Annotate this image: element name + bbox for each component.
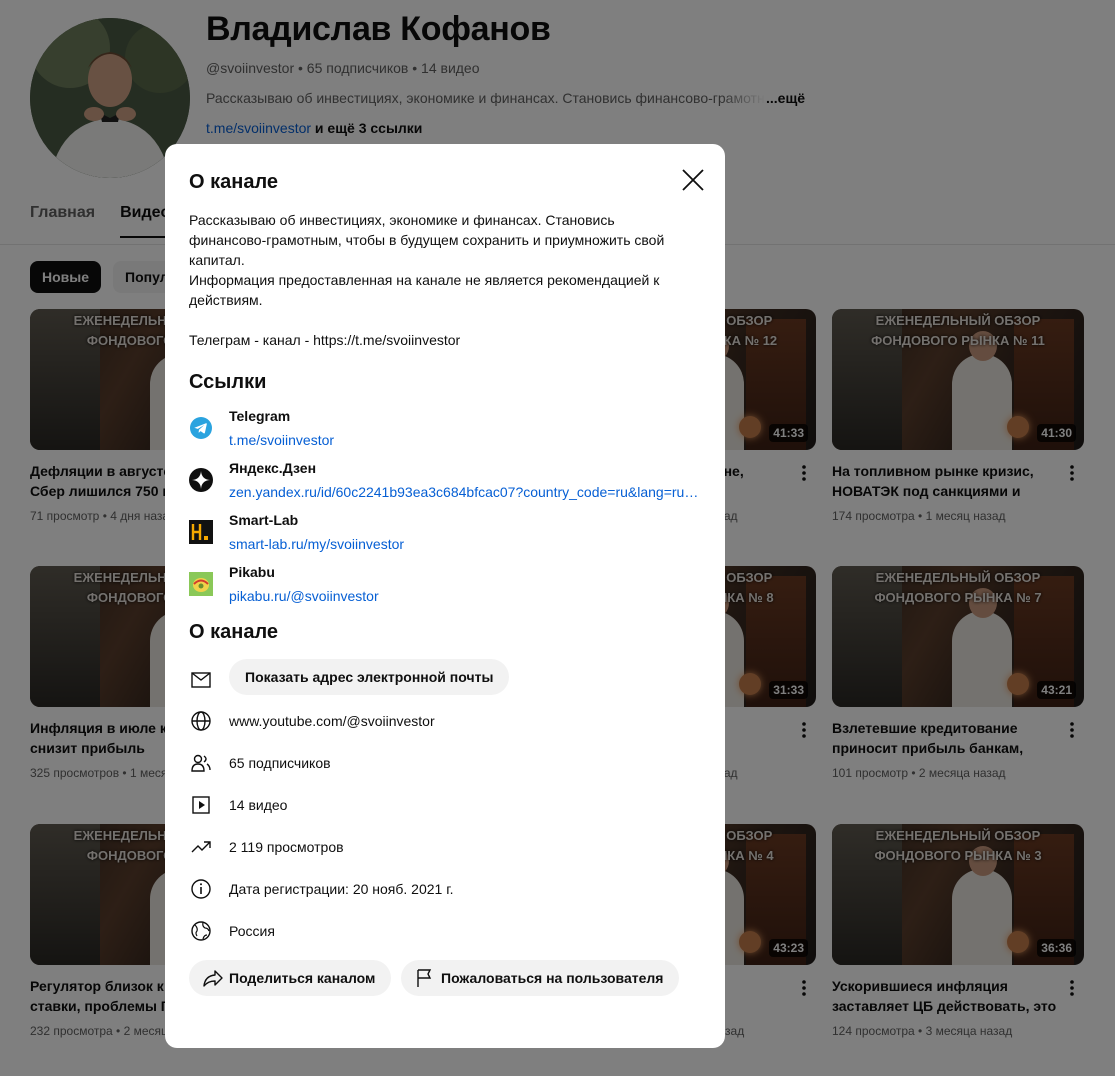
country: Россия bbox=[229, 923, 275, 939]
report-label: Пожаловаться на пользователя bbox=[441, 970, 664, 986]
people-icon bbox=[191, 754, 211, 772]
link-name: Smart-Lab bbox=[229, 512, 299, 528]
link-pikabu: Pikabu pikabu.ru/@svoiinvestor bbox=[189, 562, 701, 614]
videos-row: 14 видео bbox=[189, 784, 701, 826]
views-row: 2 119 просмотров bbox=[189, 826, 701, 868]
telegram-icon bbox=[190, 417, 212, 439]
smartlab-icon bbox=[189, 520, 213, 544]
link-telegram: Telegram t.me/svoiinvestor bbox=[189, 406, 701, 458]
report-user-button[interactable]: Пожаловаться на пользователя bbox=[401, 960, 680, 996]
joined-date: Дата регистрации: 20 нояб. 2021 г. bbox=[229, 881, 454, 897]
link-url[interactable]: t.me/svoiinvestor bbox=[229, 430, 699, 450]
globe-icon bbox=[191, 711, 211, 731]
channel-url: www.youtube.com/@svoiinvestor bbox=[229, 713, 435, 729]
link-name: Pikabu bbox=[229, 564, 275, 580]
links-list: Telegram t.me/svoiinvestor Яндекс.Дзен z… bbox=[189, 406, 701, 614]
subscribers-count: 65 подписчиков bbox=[229, 755, 331, 771]
country-row: Россия bbox=[189, 910, 701, 952]
dialog-title: О канале bbox=[189, 171, 279, 193]
links-section-title: Ссылки bbox=[189, 371, 267, 393]
about-list: Показать адрес электронной почты www.you… bbox=[189, 656, 701, 952]
link-smartlab: Smart-Lab smart-lab.ru/my/svoiinvestor bbox=[189, 510, 701, 562]
about-dialog: О канале Рассказываю об инвестициях, эко… bbox=[165, 144, 725, 1048]
channel-url-row: www.youtube.com/@svoiinvestor bbox=[189, 700, 701, 742]
flag-icon bbox=[417, 969, 432, 987]
share-channel-button[interactable]: Поделиться каналом bbox=[189, 960, 392, 996]
share-icon bbox=[203, 970, 223, 987]
show-email-button[interactable]: Показать адрес электронной почты bbox=[229, 659, 510, 695]
email-row: Показать адрес электронной почты bbox=[189, 656, 701, 700]
views-count: 2 119 просмотров bbox=[229, 839, 344, 855]
dialog-description: Рассказываю об инвестициях, экономике и … bbox=[189, 212, 665, 348]
info-icon bbox=[191, 879, 211, 899]
link-url[interactable]: smart-lab.ru/my/svoiinvestor bbox=[229, 534, 699, 554]
link-name: Яндекс.Дзен bbox=[229, 460, 317, 476]
play-icon bbox=[192, 796, 210, 814]
subscribers-row: 65 подписчиков bbox=[189, 742, 701, 784]
joined-row: Дата регистрации: 20 нояб. 2021 г. bbox=[189, 868, 701, 910]
pikabu-icon bbox=[189, 572, 213, 596]
close-icon[interactable] bbox=[679, 166, 707, 194]
share-label: Поделиться каналом bbox=[229, 970, 376, 986]
earth-icon bbox=[191, 921, 211, 941]
link-url[interactable]: zen.yandex.ru/id/60c2241b93ea3c684bfcac0… bbox=[229, 482, 699, 502]
about-section-title: О канале bbox=[189, 621, 279, 643]
link-url[interactable]: pikabu.ru/@svoiinvestor bbox=[229, 586, 699, 606]
link-name: Telegram bbox=[229, 408, 291, 424]
trending-icon bbox=[191, 841, 211, 853]
zen-icon bbox=[189, 468, 213, 492]
link-zen: Яндекс.Дзен zen.yandex.ru/id/60c2241b93e… bbox=[189, 458, 701, 510]
videos-count: 14 видео bbox=[229, 797, 288, 813]
mail-icon bbox=[191, 672, 211, 688]
